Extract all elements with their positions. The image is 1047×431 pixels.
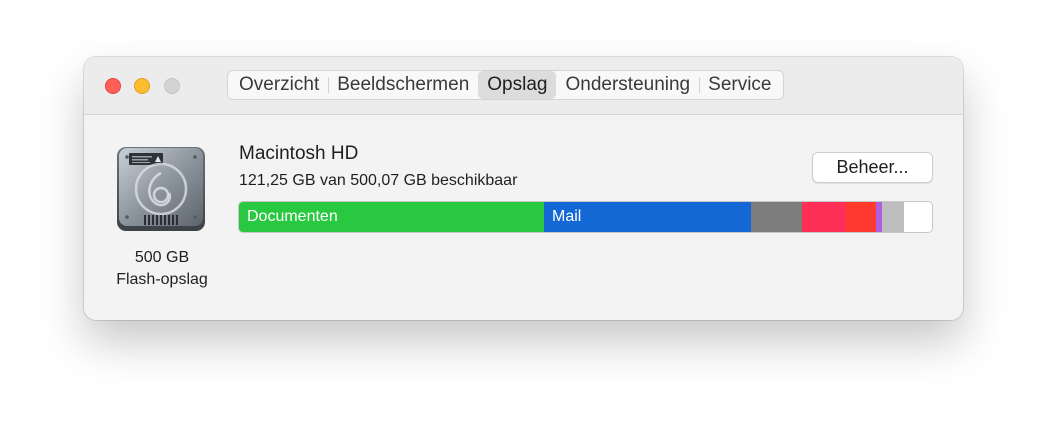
titlebar: Overzicht Beeldschermen Opslag Ondersteu… bbox=[84, 57, 963, 115]
storage-segment-red[interactable] bbox=[846, 202, 876, 232]
tab-support[interactable]: Ondersteuning bbox=[556, 71, 699, 99]
storage-segment-other-gray[interactable] bbox=[751, 202, 802, 232]
tab-bar: Overzicht Beeldschermen Opslag Ondersteu… bbox=[227, 70, 784, 100]
disk-caption: 500 GB Flash-opslag bbox=[94, 247, 230, 291]
about-this-mac-window: Overzicht Beeldschermen Opslag Ondersteu… bbox=[84, 57, 963, 320]
zoom-window-button[interactable] bbox=[164, 78, 180, 94]
volume-name: Macintosh HD bbox=[239, 143, 359, 164]
tab-service[interactable]: Service bbox=[699, 71, 780, 99]
tab-displays[interactable]: Beeldschermen bbox=[328, 71, 478, 99]
tab-overview[interactable]: Overzicht bbox=[230, 71, 328, 99]
close-window-button[interactable] bbox=[105, 78, 121, 94]
hard-drive-icon bbox=[117, 147, 205, 231]
storage-segment-label: Mail bbox=[552, 208, 582, 225]
storage-usage-bar: Documenten Mail bbox=[238, 201, 933, 233]
disk-type: Flash-opslag bbox=[116, 271, 208, 288]
storage-segment-pink[interactable] bbox=[802, 202, 846, 232]
minimize-window-button[interactable] bbox=[134, 78, 150, 94]
storage-segment-mail[interactable]: Mail bbox=[544, 202, 751, 232]
tab-storage[interactable]: Opslag bbox=[478, 71, 557, 99]
disk-capacity: 500 GB bbox=[134, 249, 190, 266]
storage-segment-system-gray[interactable] bbox=[882, 202, 904, 232]
storage-segment-label: Documenten bbox=[247, 208, 338, 225]
storage-segment-documents[interactable]: Documenten bbox=[239, 202, 544, 232]
volume-available-space: 121,25 GB van 500,07 GB beschikbaar bbox=[239, 172, 518, 189]
manage-button[interactable]: Beheer... bbox=[812, 152, 933, 183]
